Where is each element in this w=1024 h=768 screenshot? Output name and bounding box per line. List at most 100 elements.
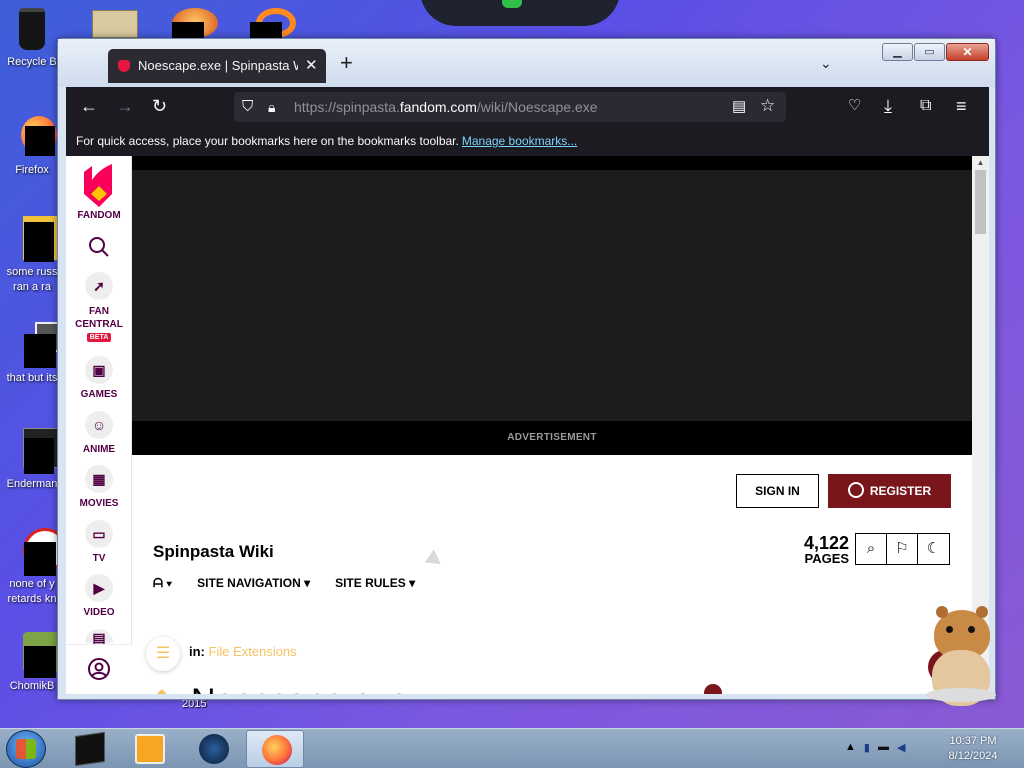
user-icon: [847, 482, 864, 499]
table-of-contents-icon[interactable]: ☰: [146, 637, 180, 671]
maximize-icon: ▭: [924, 46, 935, 58]
downloads-icon[interactable]: ⤓: [884, 95, 892, 117]
site-navigation-menu[interactable]: SITE NAVIGATION ▾: [197, 576, 310, 591]
tab-list-chevron-icon[interactable]: ⌄: [820, 55, 832, 72]
forward-arrow-icon[interactable]: →: [116, 95, 134, 117]
desktop-icon-chomikb[interactable]: ChomikB: [2, 630, 67, 694]
rail-label: GAMES: [80, 389, 118, 400]
top-bezel: [420, 0, 620, 26]
rail-anime[interactable]: ☺ ANIME: [66, 411, 132, 455]
category-link[interactable]: File Extensions: [209, 644, 297, 659]
volume-icon[interactable]: ◀: [897, 741, 905, 754]
explore-icon: ᗩ: [153, 576, 163, 590]
desktop-icon-some-russ[interactable]: some russ ran a ra: [2, 216, 65, 295]
desktop-icon-label: some russ ran a ra: [6, 266, 58, 293]
clock[interactable]: 10:37 PM 8/12/2024: [930, 734, 1016, 764]
clapperboard-icon: ▦: [85, 465, 113, 493]
desktop-icon-label: that but its: [6, 372, 58, 384]
rail-label: MOVIES: [79, 498, 119, 509]
rail-movies[interactable]: ▦ MOVIES: [66, 465, 132, 509]
rail-fan-central[interactable]: ➚ FAN CENTRAL BETA: [66, 272, 132, 342]
register-button[interactable]: REGISTER: [828, 474, 951, 508]
beta-badge: BETA: [86, 333, 112, 342]
show-hidden-icons-icon[interactable]: ▲: [845, 741, 856, 754]
desktop-icon-none-of-y[interactable]: none of y retards kn: [2, 528, 67, 607]
user-account-icon[interactable]: [87, 657, 111, 681]
wiki-title[interactable]: Spinpasta Wiki: [153, 542, 274, 562]
advertisement-label: ADVERTISEMENT: [132, 421, 972, 455]
tab-active[interactable]: Noescape.exe | Spinpasta Wiki | ✕: [108, 49, 326, 83]
minimize-button[interactable]: ▁: [882, 43, 913, 61]
network-icon[interactable]: ▮: [864, 741, 870, 754]
rail-label: TV: [92, 553, 106, 564]
wiki-search-icon[interactable]: ⌕: [856, 534, 887, 564]
pocket-icon[interactable]: ♡: [848, 95, 861, 117]
menu-hamburger-icon[interactable]: ≡: [956, 95, 967, 117]
start-button[interactable]: [6, 730, 46, 768]
desktop-icon-that-but-its[interactable]: that but its: [2, 322, 65, 386]
fandom-logo[interactable]: FANDOM: [66, 164, 132, 221]
reader-view-icon[interactable]: ▤: [732, 96, 746, 118]
rail-tv[interactable]: ▭ TV: [66, 520, 132, 564]
ad-top-strip: [132, 156, 972, 170]
discussions-icon[interactable]: ⚐: [887, 534, 918, 564]
app-icon: [11, 528, 67, 576]
gamepad-icon: ▣: [85, 356, 113, 384]
taskbar-app-media-player[interactable]: [120, 730, 178, 768]
notification-badge[interactable]: [704, 684, 722, 694]
explore-menu[interactable]: ᗩ ▾: [153, 576, 172, 591]
tv-icon: ▭: [85, 520, 113, 548]
maximize-button[interactable]: ▭: [914, 43, 945, 61]
wiki-navigation: ᗩ ▾ SITE NAVIGATION ▾ SITE RULES ▾: [153, 576, 440, 591]
close-window-button[interactable]: ✕: [946, 43, 989, 61]
extensions-icon[interactable]: ⧉: [920, 95, 931, 117]
advertisement-area[interactable]: [132, 170, 972, 455]
reload-icon[interactable]: ↻: [152, 95, 167, 117]
shield-icon[interactable]: ⛉: [242, 96, 253, 118]
rail-games[interactable]: ▣ GAMES: [66, 356, 132, 400]
diamond-icon: ◆: [154, 683, 169, 694]
desktop-icon-recycle-bin[interactable]: Recycle B: [2, 6, 62, 70]
play-icon: ▶: [85, 574, 113, 602]
sign-in-button[interactable]: SIGN IN: [736, 474, 819, 508]
site-rules-menu[interactable]: SITE RULES ▾: [335, 576, 415, 591]
page-count-number: 4,122: [804, 533, 850, 553]
desktop-icon-partial-1[interactable]: [92, 10, 138, 38]
url-domain: fandom.com: [399, 99, 477, 115]
desktop-icon-enderman[interactable]: Enderman: [2, 428, 67, 492]
clock-time: 10:37 PM: [949, 735, 997, 747]
rail-video[interactable]: ▶ VIDEO: [66, 574, 132, 618]
page-title: Noescape.exe: [191, 682, 408, 694]
rail-footer: [66, 644, 132, 694]
desktop-icon-firefox[interactable]: Firefox: [2, 114, 62, 178]
bookmarks-hint-text: For quick access, place your bookmarks h…: [76, 134, 459, 148]
title-bar: Noescape.exe | Spinpasta Wiki | ✕ + ⌄ ▁ …: [58, 39, 995, 87]
taskbar-app-terminal[interactable]: [60, 730, 118, 768]
display-icon[interactable]: ▬: [878, 741, 889, 754]
minimize-icon: ▁: [893, 46, 902, 58]
scroll-up-icon[interactable]: ▲: [972, 156, 989, 170]
page-count: 4,122 PAGES: [804, 534, 849, 566]
bookmarks-hint: For quick access, place your bookmarks h…: [76, 134, 577, 148]
hamster-pet-image[interactable]: [920, 604, 1000, 708]
system-tray: ▲ ▮ ▬ ◀: [845, 741, 905, 754]
dark-mode-moon-icon[interactable]: ☾: [918, 534, 949, 564]
scroll-thumb[interactable]: [975, 170, 986, 234]
search-button[interactable]: [66, 236, 132, 258]
taskbar-app-firefox[interactable]: [246, 730, 304, 768]
game-icon: [11, 428, 67, 474]
breadcrumb-prefix: in:: [189, 644, 205, 659]
tab-close-icon[interactable]: ✕: [305, 56, 318, 74]
new-tab-button[interactable]: +: [340, 52, 353, 74]
fandom-logo-label: FANDOM: [77, 210, 121, 221]
bookmark-star-icon[interactable]: ☆: [760, 95, 775, 117]
manage-bookmarks-link[interactable]: Manage bookmarks...: [462, 134, 577, 148]
rail-label: ANIME: [82, 444, 116, 455]
url-bar[interactable]: ⛉ 🔒︎ https://spinpasta.fandom.com/wiki/N…: [234, 92, 786, 122]
url-path: /wiki/Noescape.exe: [476, 99, 598, 115]
back-arrow-icon[interactable]: ←: [80, 95, 98, 117]
url-text[interactable]: https://spinpasta.fandom.com/wiki/Noesca…: [294, 99, 598, 115]
lock-icon[interactable]: 🔒︎: [268, 96, 275, 118]
folder-icon: [11, 322, 65, 368]
taskbar-app-globe[interactable]: [184, 730, 242, 768]
